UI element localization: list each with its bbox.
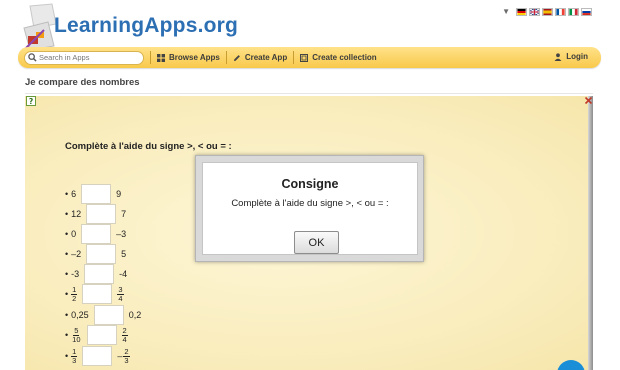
- flag-uk-icon[interactable]: [529, 7, 540, 16]
- search-box[interactable]: [24, 50, 144, 65]
- left-value: 0: [71, 229, 77, 239]
- bullet: •: [65, 310, 69, 320]
- logo-text: LearningApps.org: [54, 14, 239, 37]
- left-fraction: 1 2: [71, 285, 78, 303]
- minus-sign: –: [117, 351, 123, 361]
- right-value: –3: [116, 229, 127, 239]
- nav-divider: [293, 51, 295, 64]
- search-icon: [28, 53, 37, 62]
- nav-divider: [225, 51, 227, 64]
- flag-ru-icon[interactable]: [581, 7, 592, 16]
- flag-es-icon[interactable]: [542, 7, 553, 16]
- left-fraction: 5 10: [71, 326, 81, 344]
- exercise-row: • 0 –3: [65, 224, 126, 244]
- right-fraction: 2 4: [121, 326, 128, 344]
- svg-text:?: ?: [29, 97, 33, 106]
- language-selector[interactable]: ▼: [502, 7, 592, 16]
- left-value: –2: [71, 249, 82, 259]
- dialog-body: Consigne Complète à l'aide du signe >, <…: [202, 162, 418, 255]
- left-fraction: 1 3: [71, 347, 78, 365]
- logo[interactable]: LearningApps.org: [22, 2, 238, 52]
- exercise-row: • 0,25 0,2: [65, 305, 141, 325]
- left-value: 12: [71, 209, 82, 219]
- right-value: 0,2: [128, 310, 142, 320]
- answer-box[interactable]: [86, 244, 117, 264]
- right-fraction: 2 3: [123, 347, 130, 365]
- bullet: •: [65, 249, 69, 259]
- answer-box[interactable]: [81, 184, 112, 204]
- left-value: -3: [71, 269, 80, 279]
- help-icon[interactable]: ?: [26, 96, 36, 106]
- page-title: Je compare des nombres: [25, 77, 140, 88]
- exercise-row: • 1 2 3 4: [65, 284, 124, 304]
- login-link[interactable]: Login: [554, 52, 588, 61]
- flag-it-icon[interactable]: [568, 7, 579, 16]
- right-fraction: 3 4: [117, 285, 124, 303]
- denominator: 2: [72, 293, 77, 303]
- create-collection-link[interactable]: Create collection: [300, 53, 377, 62]
- nav-divider: [150, 51, 151, 64]
- flag-de-icon[interactable]: [516, 7, 527, 16]
- create-app-label: Create App: [244, 53, 288, 62]
- exercise-row: • -3 -4: [65, 264, 127, 284]
- denominator: 10: [72, 334, 81, 344]
- ok-button[interactable]: OK: [294, 231, 339, 254]
- search-input[interactable]: [39, 53, 139, 62]
- right-value: 7: [121, 209, 127, 219]
- login-label: Login: [566, 52, 588, 61]
- exercise-row: • 1 3 – 2 3: [65, 346, 130, 366]
- bullet: •: [65, 330, 69, 340]
- answer-box[interactable]: [86, 204, 117, 224]
- chevron-down-icon[interactable]: ▼: [502, 7, 510, 16]
- browse-apps-label: Browse Apps: [169, 53, 220, 62]
- collection-icon: [300, 53, 309, 62]
- denominator: 4: [118, 293, 123, 303]
- answer-box[interactable]: [82, 284, 113, 304]
- bullet: •: [65, 351, 69, 361]
- answer-box[interactable]: [81, 224, 112, 244]
- user-icon: [554, 52, 562, 61]
- right-value: 9: [116, 189, 122, 199]
- left-value: 0,25: [71, 310, 89, 320]
- main-navbar: Browse Apps Create App Create collection…: [18, 47, 601, 68]
- denominator: 4: [122, 334, 127, 344]
- left-value: 6: [71, 189, 77, 199]
- bullet: •: [65, 189, 69, 199]
- pencil-icon: [233, 54, 240, 61]
- browse-apps-link[interactable]: Browse Apps: [157, 53, 220, 62]
- bullet: •: [65, 269, 69, 279]
- flag-fr-icon[interactable]: [555, 7, 566, 16]
- answer-box[interactable]: [86, 325, 117, 345]
- exercise-row: • –2 5: [65, 244, 126, 264]
- grid-icon: [157, 53, 165, 62]
- denominator: 3: [124, 355, 129, 365]
- close-icon[interactable]: [584, 96, 593, 105]
- right-value: -4: [119, 269, 128, 279]
- bullet: •: [65, 289, 69, 299]
- exercise-row: • 6 9: [65, 184, 121, 204]
- exercise-row: • 5 10 2 4: [65, 325, 128, 345]
- answer-box[interactable]: [84, 264, 115, 284]
- exercise-row: • 12 7: [65, 204, 126, 224]
- app-scrollbar[interactable]: [588, 96, 593, 370]
- dialog-message: Complète à l'aide du signe >, < ou = :: [231, 198, 389, 209]
- exercise-instruction: Complète à l'aide du signe >, < ou = :: [65, 141, 232, 152]
- answer-box[interactable]: [93, 305, 124, 325]
- bullet: •: [65, 209, 69, 219]
- create-app-link[interactable]: Create App: [233, 53, 287, 62]
- dialog-title: Consigne: [281, 177, 339, 191]
- right-value: 5: [121, 249, 127, 259]
- answer-box[interactable]: [82, 346, 113, 366]
- create-collection-label: Create collection: [312, 53, 377, 62]
- denominator: 3: [72, 355, 77, 365]
- title-divider: [25, 93, 593, 94]
- bullet: •: [65, 229, 69, 239]
- instruction-dialog: Consigne Complète à l'aide du signe >, <…: [195, 155, 424, 262]
